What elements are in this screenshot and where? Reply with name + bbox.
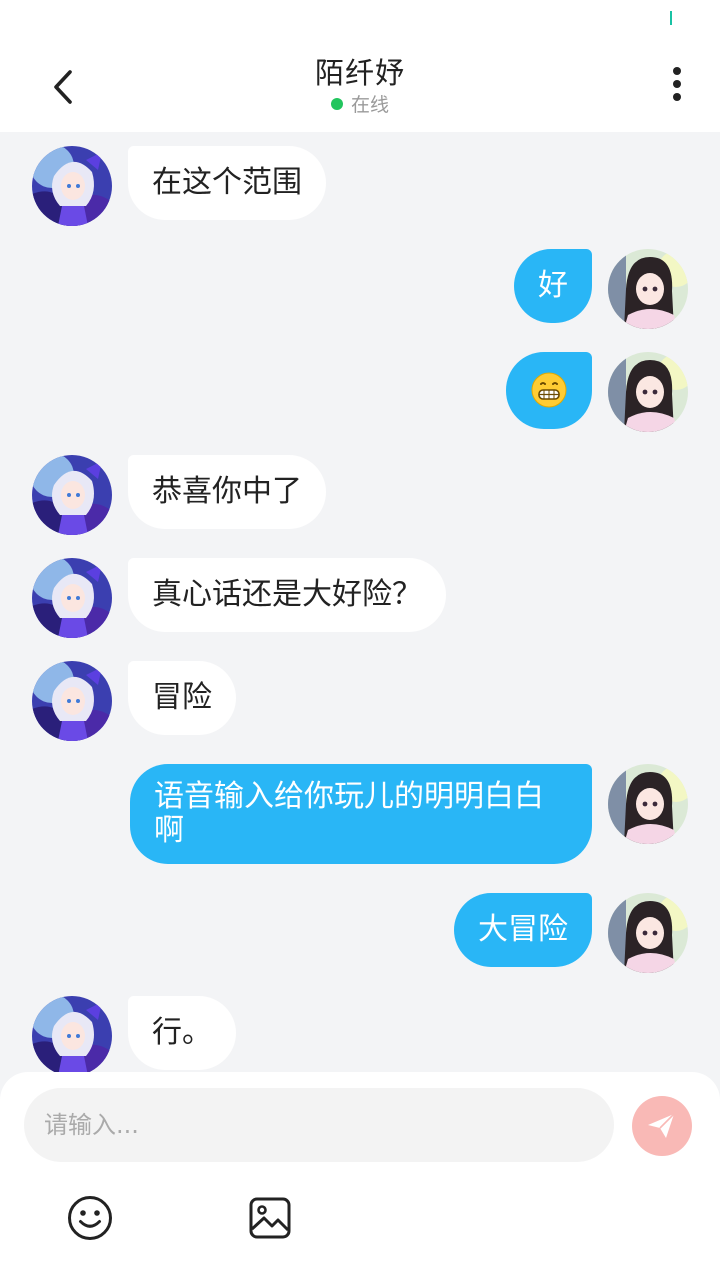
more-options-button[interactable] <box>660 64 694 108</box>
my-avatar[interactable] <box>608 249 688 329</box>
message-bubble[interactable]: 行。 <box>128 996 236 1070</box>
message-bubble[interactable]: 语音输入给你玩儿的明明白白啊 <box>130 764 592 864</box>
message-bubble[interactable]: 在这个范围 <box>128 146 326 220</box>
contact-avatar[interactable] <box>32 558 112 638</box>
online-dot-icon <box>330 98 343 110</box>
my-avatar[interactable] <box>608 764 688 844</box>
online-status-label: 在线 <box>350 94 389 116</box>
contact-avatar[interactable] <box>32 455 112 535</box>
contact-avatar[interactable] <box>32 661 112 741</box>
emoji-button[interactable] <box>66 1194 114 1242</box>
contact-avatar[interactable] <box>32 996 112 1074</box>
send-button[interactable] <box>632 1096 692 1156</box>
message-bubble[interactable]: 大冒险 <box>454 893 592 967</box>
grinning-face-emoji <box>531 372 567 408</box>
image-button[interactable] <box>246 1194 294 1242</box>
my-avatar[interactable] <box>608 352 688 432</box>
contact-avatar[interactable] <box>32 146 112 226</box>
message-bubble[interactable]: 恭喜你中了 <box>128 455 326 529</box>
online-status: 在线 <box>0 90 720 117</box>
chat-screen: 陌纤妤 在线 在这个范围 好 恭喜你中了 真心话还是大好险？ 冒险 语音输入给你… <box>0 0 720 1280</box>
send-icon <box>648 1113 675 1138</box>
status-indicator <box>670 11 672 25</box>
message-bubble[interactable] <box>506 352 592 429</box>
message-list[interactable]: 在这个范围 好 恭喜你中了 真心话还是大好险？ 冒险 语音输入给你玩儿的明明白白… <box>0 132 720 1074</box>
smiley-icon <box>68 1196 112 1240</box>
contact-name: 陌纤妤 <box>314 56 405 90</box>
status-bar <box>0 0 720 36</box>
message-bubble[interactable]: 冒险 <box>128 661 236 735</box>
composer-panel <box>0 1072 720 1280</box>
message-input[interactable] <box>24 1088 614 1162</box>
message-bubble[interactable]: 真心话还是大好险？ <box>128 558 446 632</box>
more-vertical-icon <box>660 67 694 101</box>
my-avatar[interactable] <box>608 893 688 973</box>
image-icon <box>249 1197 291 1239</box>
message-bubble[interactable]: 好 <box>514 249 592 323</box>
chat-header: 陌纤妤 在线 <box>0 36 720 132</box>
